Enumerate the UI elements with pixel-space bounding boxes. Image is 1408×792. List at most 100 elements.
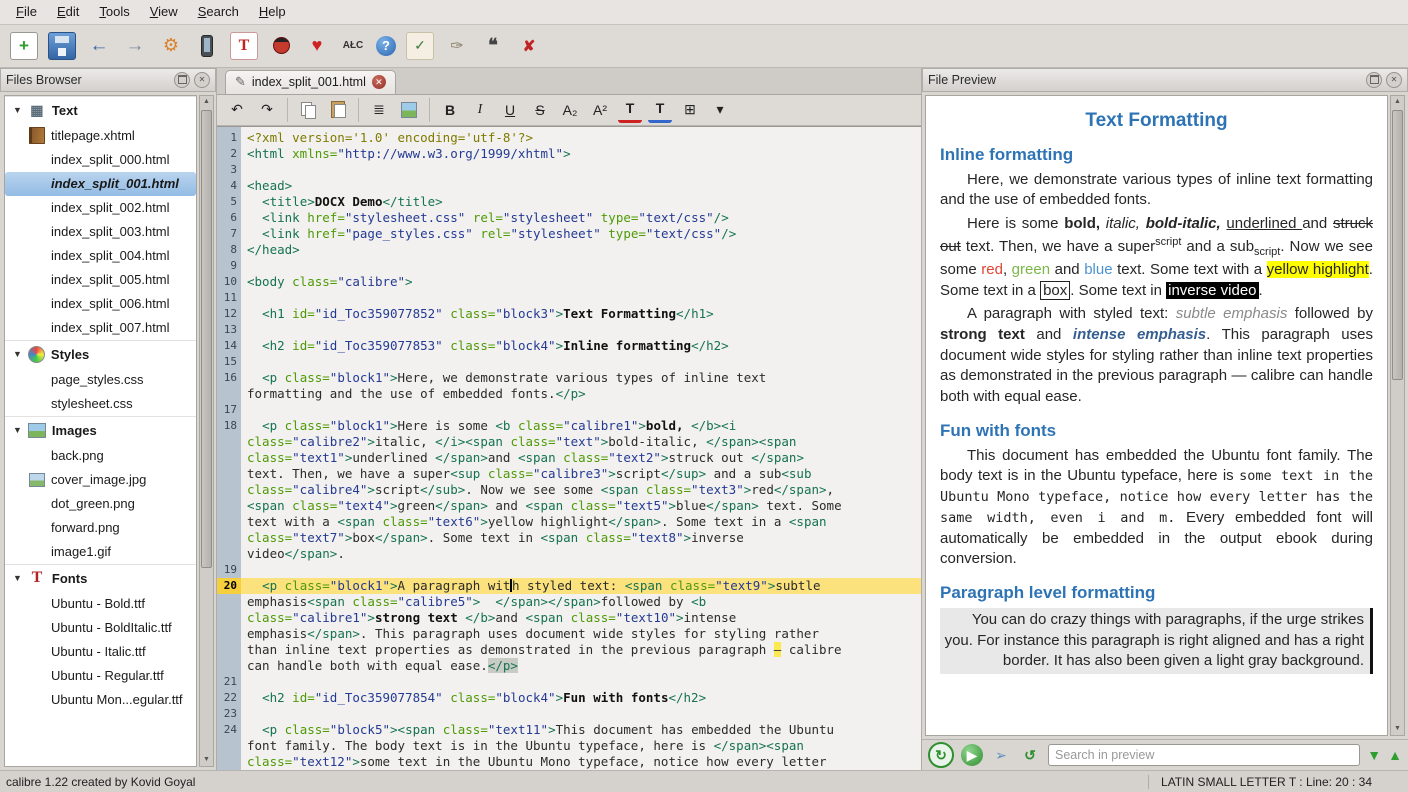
- code-line[interactable]: 24 <p class="block5"><span class="text11…: [217, 722, 921, 738]
- code-line[interactable]: 10<body class="calibre">: [217, 274, 921, 290]
- float-panel-icon[interactable]: [174, 72, 190, 88]
- scroll-up-icon[interactable]: ▲: [203, 96, 210, 108]
- run-preview-icon[interactable]: ▶: [961, 744, 983, 766]
- paste-icon[interactable]: [326, 98, 350, 122]
- code-line[interactable]: class="calibre4">script</sub>. Now we se…: [217, 482, 921, 498]
- code-line[interactable]: class="calibre2">italic, </i><span class…: [217, 434, 921, 450]
- superscript-button[interactable]: A²: [588, 98, 612, 122]
- scroll-up-icon[interactable]: ▲: [1394, 96, 1401, 108]
- file-item-back.png[interactable]: back.png: [5, 444, 196, 468]
- file-item-Ubuntu Mon...egular.ttf[interactable]: Ubuntu Mon...egular.ttf: [5, 688, 196, 712]
- code-line[interactable]: 21: [217, 674, 921, 690]
- section-styles[interactable]: ▼Styles: [5, 340, 196, 368]
- file-item-index_split_006.html[interactable]: index_split_006.html: [5, 292, 196, 316]
- undo-icon[interactable]: ↶: [225, 98, 249, 122]
- code-line[interactable]: 11: [217, 290, 921, 306]
- close-tab-icon[interactable]: ✕: [372, 75, 386, 89]
- file-item-index_split_001.html[interactable]: index_split_001.html: [5, 172, 196, 196]
- code-line[interactable]: <span class="text4">green</span> and <sp…: [217, 498, 921, 514]
- code-line[interactable]: class="text7">box</span>. Some text in <…: [217, 530, 921, 546]
- menu-file[interactable]: File: [6, 1, 47, 22]
- code-line[interactable]: text with a <span class="text6">yellow h…: [217, 514, 921, 530]
- file-item-stylesheet.css[interactable]: stylesheet.css: [5, 392, 196, 416]
- section-fonts[interactable]: ▼TFonts: [5, 564, 196, 592]
- code-line[interactable]: text. Then, we have a super<sup class="c…: [217, 466, 921, 482]
- device-preview-icon[interactable]: [194, 33, 220, 59]
- file-item-index_split_005.html[interactable]: index_split_005.html: [5, 268, 196, 292]
- insert-image-icon[interactable]: [397, 98, 421, 122]
- code-line[interactable]: 1<?xml version='1.0' encoding='utf-8'?>: [217, 130, 921, 146]
- code-line[interactable]: 5 <title>DOCX Demo</title>: [217, 194, 921, 210]
- background-color-button[interactable]: T: [648, 96, 672, 123]
- file-item-forward.png[interactable]: forward.png: [5, 516, 196, 540]
- text-color-button[interactable]: T: [618, 96, 642, 123]
- forward-icon[interactable]: →: [122, 33, 148, 59]
- code-line[interactable]: 20 <p class="block1">A paragraph with st…: [217, 578, 921, 594]
- beautify-icon[interactable]: ✑: [444, 33, 470, 59]
- menu-help[interactable]: Help: [249, 1, 296, 22]
- redo-icon[interactable]: ↷: [255, 98, 279, 122]
- tools-icon[interactable]: ⚙: [158, 33, 184, 59]
- file-item-index_split_000.html[interactable]: index_split_000.html: [5, 148, 196, 172]
- sync-preview-icon[interactable]: ➢: [990, 744, 1012, 766]
- file-item-cover_image.jpg[interactable]: cover_image.jpg: [5, 468, 196, 492]
- find-prev-icon[interactable]: ▲: [1388, 747, 1402, 763]
- code-editor[interactable]: 1<?xml version='1.0' encoding='utf-8'?>2…: [217, 126, 921, 770]
- donate-heart-icon[interactable]: ♥: [304, 33, 330, 59]
- section-images[interactable]: ▼Images: [5, 416, 196, 444]
- file-item-image1.gif[interactable]: image1.gif: [5, 540, 196, 564]
- code-line[interactable]: 17: [217, 402, 921, 418]
- code-line[interactable]: 19: [217, 562, 921, 578]
- menu-search[interactable]: Search: [188, 1, 249, 22]
- help-icon[interactable]: ?: [376, 36, 396, 56]
- scrollbar-thumb[interactable]: [201, 110, 212, 568]
- code-line[interactable]: 6 <link href="stylesheet.css" rel="style…: [217, 210, 921, 226]
- code-line[interactable]: emphasis<span class="calibre5"> </span><…: [217, 594, 921, 610]
- file-item-Ubuntu - BoldItalic.ttf[interactable]: Ubuntu - BoldItalic.ttf: [5, 616, 196, 640]
- code-line[interactable]: class="text12">some text in the Ubuntu M…: [217, 754, 921, 770]
- debug-bug-icon[interactable]: [268, 33, 294, 59]
- code-line[interactable]: class="calibre1">strong text </b>and <sp…: [217, 610, 921, 626]
- check-book-icon[interactable]: ✓: [406, 32, 434, 60]
- code-line[interactable]: 3: [217, 162, 921, 178]
- scroll-down-icon[interactable]: ▼: [203, 754, 210, 766]
- code-line[interactable]: 7 <link href="page_styles.css" rel="styl…: [217, 226, 921, 242]
- copy-icon[interactable]: [296, 98, 320, 122]
- file-item-Ubuntu - Italic.ttf[interactable]: Ubuntu - Italic.ttf: [5, 640, 196, 664]
- code-line[interactable]: 12 <h1 id="id_Toc359077852" class="block…: [217, 306, 921, 322]
- code-line[interactable]: 9: [217, 258, 921, 274]
- insert-table-icon[interactable]: ⊞: [678, 98, 702, 122]
- file-item-Ubuntu - Regular.ttf[interactable]: Ubuntu - Regular.ttf: [5, 664, 196, 688]
- overflow-menu-icon[interactable]: ▾: [708, 98, 732, 122]
- scroll-down-icon[interactable]: ▼: [1394, 723, 1401, 735]
- files-scrollbar[interactable]: ▲ ▼: [199, 95, 214, 767]
- code-line[interactable]: video</span>.: [217, 546, 921, 562]
- code-line[interactable]: font family. The body text is in the Ubu…: [217, 738, 921, 754]
- reload-preview-icon[interactable]: ↻: [928, 742, 954, 768]
- save-icon[interactable]: [48, 32, 76, 60]
- underline-button[interactable]: U: [498, 98, 522, 122]
- code-line[interactable]: formatting and the use of embedded fonts…: [217, 386, 921, 402]
- strikethrough-button[interactable]: S: [528, 98, 552, 122]
- scrollbar-thumb[interactable]: [1392, 110, 1403, 381]
- menu-view[interactable]: View: [140, 1, 188, 22]
- menu-tools[interactable]: Tools: [89, 1, 139, 22]
- file-item-dot_green.png[interactable]: dot_green.png: [5, 492, 196, 516]
- edit-text-icon[interactable]: T: [230, 32, 258, 60]
- tab-index_split_001[interactable]: ✎ index_split_001.html ✕: [225, 70, 396, 94]
- code-line[interactable]: can handle both with equal ease.</p>: [217, 658, 921, 674]
- code-line[interactable]: 18 <p class="block1">Here is some <b cla…: [217, 418, 921, 434]
- file-item-Ubuntu - Bold.ttf[interactable]: Ubuntu - Bold.ttf: [5, 592, 196, 616]
- new-file-icon[interactable]: +: [10, 32, 38, 60]
- file-item-index_split_003.html[interactable]: index_split_003.html: [5, 220, 196, 244]
- code-line[interactable]: 4<head>: [217, 178, 921, 194]
- section-text[interactable]: ▼▦Text: [5, 96, 196, 124]
- code-line[interactable]: 8</head>: [217, 242, 921, 258]
- code-line[interactable]: emphasis</span>. This paragraph uses doc…: [217, 626, 921, 642]
- float-panel-icon[interactable]: [1366, 72, 1382, 88]
- code-line[interactable]: 2<html xmlns="http://www.w3.org/1999/xht…: [217, 146, 921, 162]
- code-line[interactable]: 16 <p class="block1">Here, we demonstrat…: [217, 370, 921, 386]
- close-panel-icon[interactable]: ✕: [194, 72, 210, 88]
- code-line[interactable]: 14 <h2 id="id_Toc359077853" class="block…: [217, 338, 921, 354]
- code-line[interactable]: 15: [217, 354, 921, 370]
